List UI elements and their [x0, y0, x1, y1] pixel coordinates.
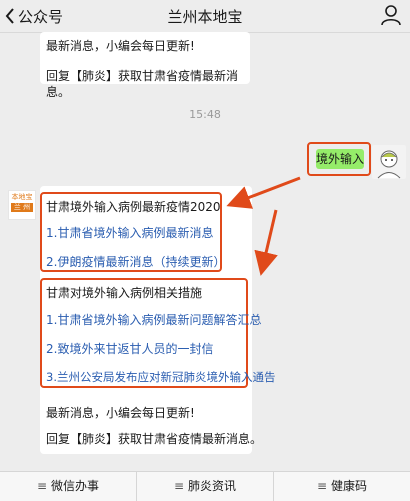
menu-item-pneumonia-news[interactable]: ≡ 肺炎资讯: [136, 472, 273, 501]
user-message[interactable]: 境外输入: [316, 149, 364, 169]
article-link[interactable]: 3.兰州公安局发布应对新冠肺炎境外输入通告: [46, 369, 275, 385]
article-link[interactable]: 1.甘肃省境外输入病例最新消息: [46, 225, 213, 241]
timestamp: 15:48: [189, 108, 221, 121]
article-link[interactable]: 1.甘肃省境外输入病例最新问题解答汇总: [46, 312, 261, 328]
profile-icon[interactable]: [380, 4, 402, 26]
message-text: 回复【肺炎】获取甘肃省疫情最新消息。: [46, 69, 239, 99]
menu-item-wechat-service[interactable]: ≡ 微信办事: [0, 472, 136, 501]
bottom-menu: ≡ 微信办事 ≡ 肺炎资讯 ≡ 健康码: [0, 471, 410, 501]
menu-icon: ≡: [36, 479, 48, 493]
article-link[interactable]: 2.致境外来甘返甘人员的一封信: [46, 341, 213, 357]
message-bubble-previous: 最新消息，小编会每日更新! 回复【肺炎】获取甘肃省疫情最新消息。: [40, 32, 250, 99]
section-title: 甘肃对境外输入病例相关措施: [46, 286, 203, 300]
menu-item-health-code[interactable]: ≡ 健康码: [273, 472, 410, 501]
page-title: 兰州本地宝: [167, 8, 243, 26]
top-bar: 公众号 兰州本地宝: [0, 0, 410, 33]
message-text: 最新消息，小编会每日更新!: [46, 39, 195, 53]
message-text: 最新消息，小编会每日更新!: [46, 406, 195, 420]
section-title: 甘肃境外输入病例最新疫情2020: [46, 200, 221, 214]
avatar-text: 本地宝: [11, 193, 33, 201]
avatar-icon: [377, 150, 401, 179]
article-link[interactable]: 2.伊朗疫情最新消息（持续更新）: [46, 254, 225, 270]
menu-label: 肺炎资讯: [188, 479, 237, 493]
arrow-to-section-2: [254, 209, 278, 276]
menu-icon: ≡: [316, 479, 328, 493]
menu-label: 微信办事: [51, 479, 100, 493]
bot-avatar[interactable]: 本地宝 兰 州: [8, 190, 36, 220]
avatar-text: 兰 州: [11, 203, 33, 212]
user-avatar[interactable]: [372, 145, 406, 179]
user-message-highlight: 境外输入: [307, 142, 371, 176]
menu-icon: ≡: [173, 479, 185, 493]
message-text: 回复【肺炎】获取甘肃省疫情最新消息。: [46, 432, 263, 446]
menu-label: 健康码: [331, 479, 368, 493]
